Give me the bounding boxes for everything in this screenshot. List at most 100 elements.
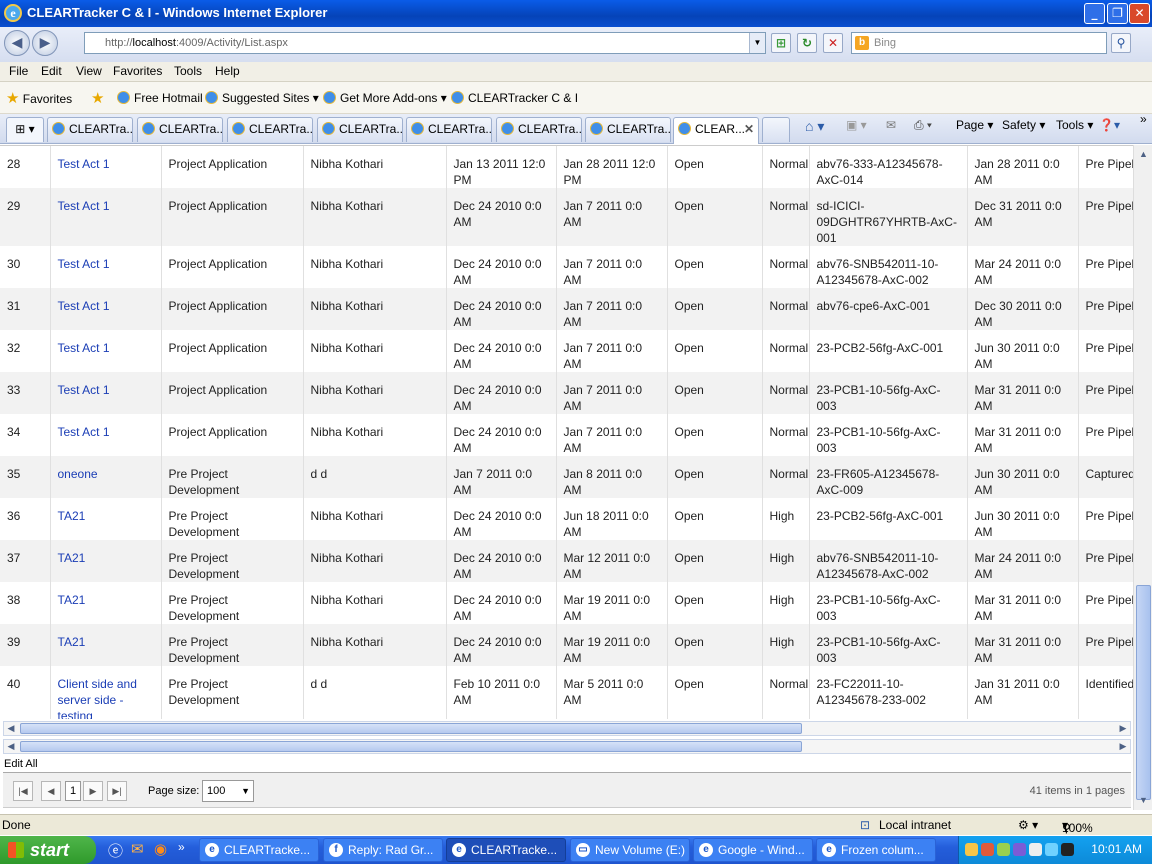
cell-name-link[interactable]: oneone <box>50 456 162 498</box>
start-button[interactable]: start <box>0 836 96 864</box>
cell-name-link[interactable]: Test Act 1 <box>50 188 162 246</box>
horizontal-scroll-thumb[interactable] <box>20 723 802 734</box>
cell-name-link[interactable]: Test Act 1 <box>50 372 162 414</box>
task-cleartracker-1[interactable]: e CLEARTracke... <box>199 838 319 862</box>
cell-name-link[interactable]: TA21 <box>50 624 162 666</box>
task-google[interactable]: e Google - Wind... <box>693 838 813 862</box>
table-row[interactable]: 28 Test Act 1 Project Application Nibha Kot… <box>0 146 1133 188</box>
tray-icon-5[interactable] <box>1029 843 1042 856</box>
home-icon[interactable]: ⌂ ▾ <box>805 118 824 135</box>
cell-name-link[interactable]: Test Act 1 <box>50 288 162 330</box>
cell-name-link[interactable]: TA21 <box>50 582 162 624</box>
table-row[interactable]: 29 Test Act 1 Project Application Nibha Kot… <box>0 188 1133 246</box>
menu-edit[interactable]: Edit <box>41 64 62 78</box>
table-row[interactable]: 34 Test Act 1 Project Application Nibha Kot… <box>0 414 1133 456</box>
task-new-volume[interactable]: ▭ New Volume (E:) <box>570 838 690 862</box>
refresh-icon[interactable]: ↻ <box>797 33 817 53</box>
tray-icon-3[interactable] <box>997 843 1010 856</box>
tab-5[interactable]: CLEARTra... <box>406 117 492 142</box>
vertical-scroll-thumb[interactable] <box>1136 585 1151 800</box>
next-page-button[interactable]: ▶ <box>83 781 103 801</box>
scroll-up-icon[interactable]: ▲ <box>1136 147 1151 162</box>
chevron-more-icon[interactable]: » <box>1140 112 1147 126</box>
scroll-down-icon[interactable]: ▼ <box>1136 793 1151 808</box>
table-row[interactable]: 40 Client side and server side -testing Pr… <box>0 666 1133 719</box>
table-row[interactable]: 33 Test Act 1 Project Application Nibha Kot… <box>0 372 1133 414</box>
tab-3[interactable]: CLEARTra... <box>227 117 313 142</box>
task-reply-rad-grid[interactable]: f Reply: Rad Gr... <box>323 838 443 862</box>
tab-2[interactable]: CLEARTra... <box>137 117 223 142</box>
menu-file[interactable]: File <box>9 64 28 78</box>
zoom-control[interactable]: ⚲ 100% ▾ <box>1062 818 1093 835</box>
tab-7[interactable]: CLEARTra... <box>585 117 671 142</box>
ie-quicklaunch-icon[interactable]: ⓔ <box>108 840 123 861</box>
add-favorite-button[interactable]: ★ <box>91 89 104 107</box>
search-icon[interactable]: ⚲ <box>1111 33 1131 53</box>
first-page-button[interactable]: |◀ <box>13 781 33 801</box>
menu-favorites[interactable]: Favorites <box>113 64 162 78</box>
tab-8-active[interactable]: CLEAR... ✕ <box>673 117 759 144</box>
cell-name-link[interactable]: Client side and server side -testing <box>50 666 162 719</box>
cell-name-link[interactable]: Test Act 1 <box>50 146 162 188</box>
table-row[interactable]: 31 Test Act 1 Project Application Nibha Kot… <box>0 288 1133 330</box>
tray-icon-6[interactable] <box>1045 843 1058 856</box>
maximize-button[interactable]: ❐ <box>1107 3 1128 24</box>
menu-view[interactable]: View <box>76 64 102 78</box>
cell-name-link[interactable]: Test Act 1 <box>50 414 162 456</box>
address-dropdown-icon[interactable]: ▼ <box>749 33 765 53</box>
cell-name-link[interactable]: TA21 <box>50 540 162 582</box>
scroll-right-icon[interactable]: ▶ <box>1116 740 1130 753</box>
forward-button[interactable]: ▶ <box>32 30 58 56</box>
tab-1[interactable]: CLEARTra... <box>47 117 133 142</box>
menu-help[interactable]: Help <box>215 64 240 78</box>
page-size-select[interactable]: 100 ▼ <box>202 780 254 802</box>
table-row[interactable]: 37 TA21 Pre Project Development Nibha Kotha… <box>0 540 1133 582</box>
close-button[interactable]: ✕ <box>1129 3 1150 24</box>
protected-mode-icon[interactable]: ⚙ ▾ <box>1018 818 1038 832</box>
menu-tools[interactable]: Tools <box>174 64 202 78</box>
table-row[interactable]: 38 TA21 Pre Project Development Nibha Kotha… <box>0 582 1133 624</box>
vertical-scrollbar[interactable]: ▲ ▼ <box>1133 145 1152 810</box>
prev-page-button[interactable]: ◀ <box>41 781 61 801</box>
close-tab-icon[interactable]: ✕ <box>744 118 754 141</box>
table-row[interactable]: 36 TA21 Pre Project Development Nibha Kotha… <box>0 498 1133 540</box>
favorites-button[interactable]: ★ Favorites <box>6 89 72 107</box>
new-tab-button[interactable] <box>762 117 790 142</box>
fav-get-more-addons[interactable]: Get More Add-ons ▾ <box>323 91 447 105</box>
address-field[interactable]: http://localhost:4009/Activity/List.aspx… <box>84 32 766 54</box>
compatibility-view-icon[interactable]: ⊞ <box>771 33 791 53</box>
tray-icon-1[interactable] <box>965 843 978 856</box>
firefox-quicklaunch-icon[interactable]: ◉ <box>154 840 167 858</box>
outlook-quicklaunch-icon[interactable]: ✉ <box>131 840 144 858</box>
scroll-right-icon[interactable]: ▶ <box>1116 722 1130 735</box>
scroll-left-icon[interactable]: ◀ <box>4 740 18 753</box>
cell-name-link[interactable]: Test Act 1 <box>50 330 162 372</box>
scroll-left-icon[interactable]: ◀ <box>4 722 18 735</box>
last-page-button[interactable]: ▶| <box>107 781 127 801</box>
back-button[interactable]: ◀ <box>4 30 30 56</box>
horizontal-scroll-thumb[interactable] <box>20 741 802 752</box>
table-row[interactable]: 30 Test Act 1 Project Application Nibha Kot… <box>0 246 1133 288</box>
horizontal-scrollbar-2[interactable]: ◀ ▶ <box>3 739 1131 754</box>
feeds-icon[interactable]: ▣ ▾ <box>846 118 867 132</box>
tab-4[interactable]: CLEARTra... <box>317 117 403 142</box>
tray-icon-2[interactable] <box>981 843 994 856</box>
table-row[interactable]: 39 TA21 Pre Project Development Nibha Kotha… <box>0 624 1133 666</box>
minimize-button[interactable]: _ <box>1084 3 1105 24</box>
quick-tabs-button[interactable]: ⊞ ▾ <box>6 117 44 142</box>
print-icon[interactable]: ⎙ ▾ <box>914 118 932 133</box>
page-menu[interactable]: Page ▾ <box>956 118 993 132</box>
edit-all-link[interactable]: Edit All <box>4 758 38 770</box>
cell-name-link[interactable]: Test Act 1 <box>50 246 162 288</box>
search-field[interactable]: b Bing <box>851 32 1107 54</box>
tray-icon-4[interactable] <box>1013 843 1026 856</box>
table-row[interactable]: 32 Test Act 1 Project Application Nibha Kot… <box>0 330 1133 372</box>
fav-cleartracker[interactable]: CLEARTracker C & I <box>451 91 578 105</box>
stop-icon[interactable]: ✕ <box>823 33 843 53</box>
cell-name-link[interactable]: TA21 <box>50 498 162 540</box>
task-frozen-columns[interactable]: e Frozen colum... <box>816 838 936 862</box>
safety-menu[interactable]: Safety ▾ <box>1002 118 1045 132</box>
mail-icon[interactable]: ✉ <box>886 118 896 132</box>
tab-6[interactable]: CLEARTra... <box>496 117 582 142</box>
tray-icon-7[interactable] <box>1061 843 1074 856</box>
